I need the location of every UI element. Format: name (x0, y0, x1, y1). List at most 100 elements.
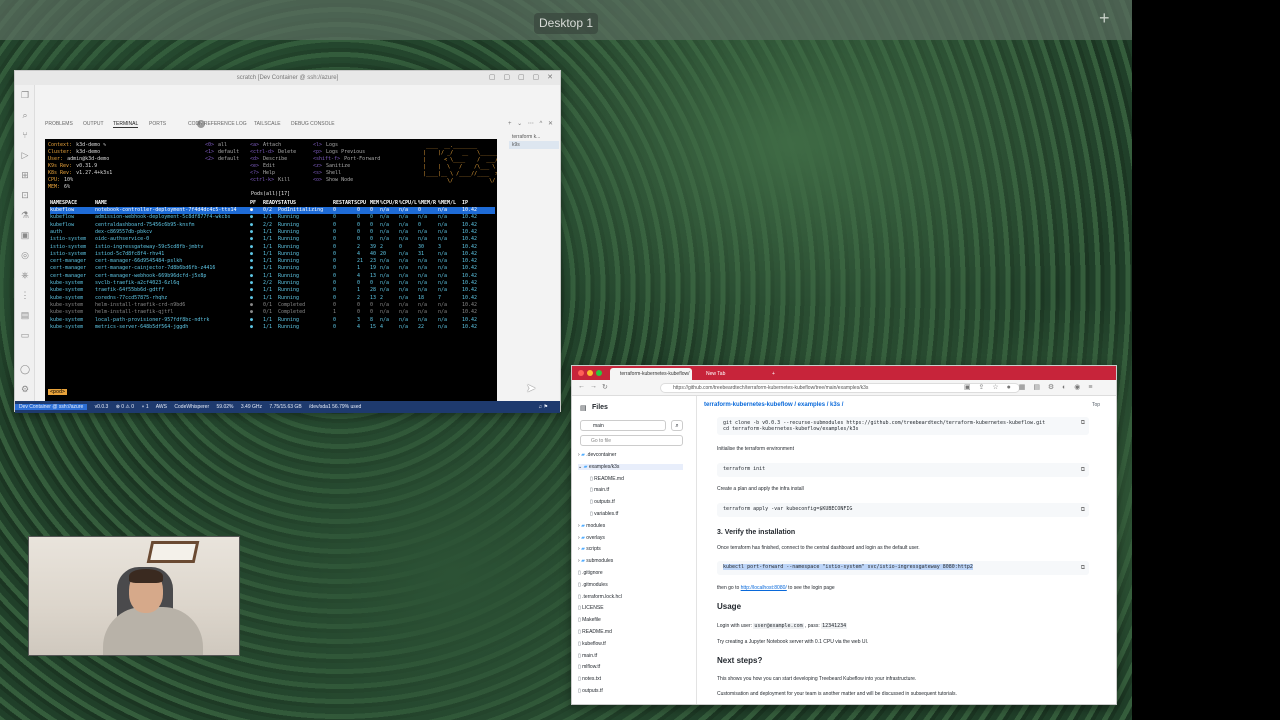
table-row[interactable]: auth dex-c869557db-pbkcv ● 1/1 Running 0 0 0 n/a… (50, 229, 495, 236)
terminal-item-k9s[interactable]: k9s (509, 141, 559, 149)
search-icon[interactable]: ⌕ (671, 420, 683, 431)
tab-tailscale[interactable]: TAILSCALE (254, 121, 281, 127)
bell-icon[interactable]: ♫ ⚑ (538, 401, 548, 413)
table-row[interactable]: kube-system traefik-64f55bb6d-gdtff ● 1/1 Ru… (50, 287, 495, 294)
sidebar-toggle-icon[interactable]: ▤ (580, 404, 587, 412)
table-row[interactable]: kube-system local-path-provisioner-957fdf… (50, 317, 495, 324)
table-row[interactable]: istio-system istio-ingressgateway-59c5cd8… (50, 244, 495, 251)
table-row[interactable]: kubeflow notebook-controller-deployment-7… (50, 207, 495, 214)
terminal[interactable]: Context: k3d-demo ✎ Cluster: k3d-demo User: a… (45, 139, 497, 401)
status-version[interactable]: v0.0.3 (95, 404, 109, 410)
status-problems[interactable]: ⊗ 0 ⚠ 0 (116, 404, 134, 410)
desktop-label[interactable]: Desktop 1 (534, 13, 598, 34)
forward-icon[interactable]: → (590, 383, 597, 390)
account-icon[interactable]: ◯ (15, 359, 35, 379)
table-row[interactable]: istio-system oidc-authservice-0 ● 1/1 Runnin… (50, 236, 495, 243)
tab-code-reference-log[interactable]: CODE REFERENCE LOG (188, 121, 247, 127)
copy-icon[interactable]: ⧉ (1081, 564, 1085, 572)
table-row[interactable]: kubeflow centraldashboard-75456c6b95-knsf… (50, 222, 495, 229)
table-row[interactable]: kube-system coredns-77ccd57875-rhqhz ● 1/1 R… (50, 295, 495, 302)
tree-file[interactable]: ▯ main.tf (578, 653, 597, 659)
test-icon[interactable]: ⚗ (15, 205, 35, 225)
tree-file[interactable]: ▯ mlflow.tf (578, 664, 600, 670)
tree-file[interactable]: ▯ README.md (578, 629, 612, 635)
add-desktop-icon[interactable]: + (1099, 8, 1110, 29)
run-debug-icon[interactable]: ▷ (15, 145, 35, 165)
tree-folder[interactable]: › ▰ modules (578, 523, 605, 529)
status-ports[interactable]: ⑂ 1 (141, 404, 148, 410)
tree-file[interactable]: ▯ Makefile (578, 617, 601, 623)
tree-file[interactable]: ▯ .terraform.lock.hcl (578, 594, 622, 600)
tailscale-icon[interactable]: ⋮ (15, 285, 35, 305)
minimize-window-icon[interactable] (587, 370, 593, 376)
k9s-info-label: MEM: (48, 184, 61, 190)
reload-icon[interactable]: ↻ (602, 383, 608, 391)
status-aws[interactable]: AWS (156, 404, 167, 410)
tree-folder[interactable]: ⌄ ▰ examples/k3s (578, 463, 683, 470)
zoom-window-icon[interactable] (596, 370, 602, 376)
tab-ports[interactable]: PORTS (149, 121, 166, 127)
table-row[interactable]: cert-manager cert-manager-66d9545484-pslk… (50, 258, 495, 265)
tree-file[interactable]: ▯ variables.tf (590, 511, 618, 517)
table-row[interactable]: kube-system helm-install-traefik-crd-n9bd… (50, 302, 495, 309)
tree-file[interactable]: ▯ .gitignore (578, 570, 603, 576)
files-icon[interactable]: ❐ (15, 85, 35, 105)
tree-folder[interactable]: › ▰ submodules (578, 558, 613, 564)
tree-file[interactable]: ▯ kubeflow.tf (578, 641, 606, 647)
table-row[interactable]: cert-manager cert-manager-webhook-669b96d… (50, 273, 495, 280)
panel-controls[interactable]: + ⌄ ⋯ ^ ✕ (508, 120, 555, 127)
tree-file[interactable]: ▯ main.tf (590, 487, 609, 493)
extensions-icon[interactable]: ⊞ (15, 165, 35, 185)
top-link[interactable]: Top (1092, 402, 1100, 408)
tree-file[interactable]: ▯ outputs.tf (590, 499, 615, 505)
tab-new-tab[interactable]: New Tab (696, 368, 766, 380)
status-codewhisperer[interactable]: CodeWhisperer (174, 404, 209, 410)
table-row[interactable]: kube-system metrics-server-648b5df564-jgg… (50, 324, 495, 331)
breadcrumb[interactable]: terraform-kubernetes-kubeflow / examples… (704, 402, 843, 408)
back-icon[interactable]: ← (578, 383, 585, 390)
tree-file[interactable]: ▯ outputs.tf (578, 688, 603, 694)
table-row[interactable]: kubeflow admission-webhook-deployment-5c8… (50, 214, 495, 221)
tab-problems[interactable]: PROBLEMS (45, 121, 73, 127)
terminal-item-terraform[interactable]: terraform k... (509, 133, 559, 141)
tree-folder[interactable]: › ▰ overlays (578, 535, 605, 541)
tab-github[interactable]: terraform-kubernetes-kubeflow/ (610, 368, 692, 380)
tree-file[interactable]: ▯ README.md (590, 476, 624, 482)
copy-icon[interactable]: ⧉ (1081, 506, 1085, 514)
tab-terminal[interactable]: TERMINAL (113, 121, 139, 128)
remote-indicator[interactable]: Dev Container @ ssh://azure (15, 404, 88, 410)
table-cell: oidc-authservice-0 (95, 236, 150, 243)
close-window-icon[interactable] (578, 370, 584, 376)
tree-folder[interactable]: › ▰ .devcontainer (578, 452, 616, 458)
new-tab-icon[interactable]: + (768, 368, 775, 380)
table-cell: 0 (370, 280, 374, 286)
paragraph: Create a plan and apply the infra instal… (717, 486, 804, 492)
terminal-icon[interactable]: ▭ (15, 325, 35, 345)
docker-icon[interactable]: ▣ (15, 225, 35, 245)
tree-folder[interactable]: › ▰ scripts (578, 546, 601, 552)
goto-file-input[interactable]: Go to file (580, 435, 683, 446)
search-icon[interactable]: ⌕ (15, 105, 35, 125)
tab-output[interactable]: OUTPUT (83, 121, 104, 127)
gear-icon[interactable]: ⚙ (15, 379, 35, 399)
extensions-icons[interactable]: ▣ ⇪ ☆ ● ▦ ▤ ⚙ ◐ ◉ ≡ (964, 383, 1095, 391)
book-icon[interactable]: ▤ (15, 305, 35, 325)
tab-debug-console[interactable]: DEBUG CONSOLE (291, 121, 335, 127)
copy-icon[interactable]: ⧉ (1081, 466, 1085, 474)
table-row[interactable]: istio-system istiod-5c7d8fc8f4-rhv41 ● 1/1 R… (50, 251, 495, 258)
tree-file[interactable]: ▯ LICENSE (578, 605, 604, 611)
aws-icon[interactable]: ◎ (15, 245, 35, 265)
k9s-info-value: 10% (64, 177, 74, 183)
tree-file[interactable]: ▯ notes.txt (578, 676, 601, 682)
remote-icon[interactable]: ⊡ (15, 185, 35, 205)
window-controls[interactable]: ▢ ▢ ▢ ▢ ✕ (489, 73, 556, 81)
localhost-link[interactable]: http://localhost:8080/ (741, 585, 787, 591)
table-row[interactable]: cert-manager cert-manager-cainjector-7d8b… (50, 265, 495, 272)
tree-file[interactable]: ▯ .gitmodules (578, 582, 608, 588)
source-control-icon[interactable]: ⑂ (15, 125, 35, 145)
table-row[interactable]: kube-system svclb-traefik-a2cf4023-6zl6q ●… (50, 280, 495, 287)
kubernetes-icon[interactable]: ⎈ (15, 265, 35, 285)
copy-icon[interactable]: ⧉ (1081, 420, 1085, 426)
branch-selector[interactable]: main (580, 420, 666, 431)
table-row[interactable]: kube-system helm-install-traefik-qjtfl ● 0/… (50, 309, 495, 316)
